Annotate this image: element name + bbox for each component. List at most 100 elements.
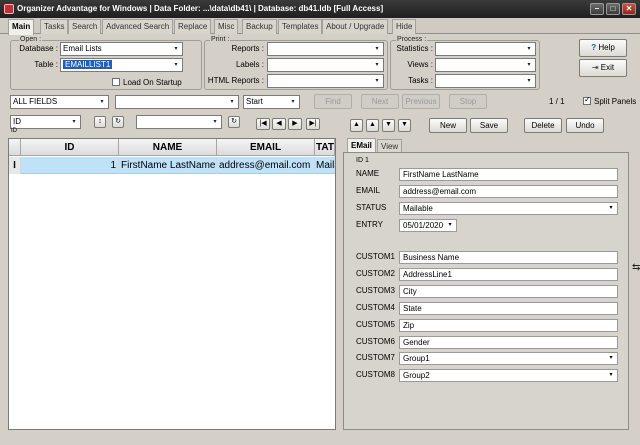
tab-tasks[interactable]: Tasks <box>40 19 69 34</box>
chevron-down-icon: ▾ <box>375 78 379 84</box>
find-button[interactable]: Find <box>314 94 352 109</box>
cell-name[interactable]: FirstName LastName <box>119 157 217 174</box>
row-header-corner <box>9 139 21 156</box>
cell-status[interactable]: Mailab <box>315 157 335 174</box>
split-panels-checkbox[interactable] <box>583 95 591 105</box>
save-button[interactable]: Save <box>470 118 508 133</box>
title-bar: Organizer Advantage for Windows | Data F… <box>0 0 640 18</box>
undo-button[interactable]: Undo <box>566 118 604 133</box>
tab-templates[interactable]: Templates <box>278 19 323 34</box>
tab-search[interactable]: Search <box>68 19 102 34</box>
chevron-down-icon: ▾ <box>609 372 613 378</box>
custom7-select[interactable]: Group1 ▾ <box>399 352 618 365</box>
tab-advanced-search[interactable]: Advanced Search <box>102 19 174 34</box>
custom1-field[interactable]: Business Name <box>399 251 618 264</box>
chevron-down-icon: ▾ <box>527 46 531 52</box>
previous-record-button[interactable]: ◀ <box>272 118 286 130</box>
column-header-email[interactable]: EMAIL <box>217 139 315 156</box>
chevron-down-icon: ▾ <box>100 99 104 105</box>
help-button[interactable]: ? Help <box>579 39 627 57</box>
split-panels-label: Split Panels <box>594 97 637 106</box>
tasks-select[interactable]: ▾ <box>435 74 536 88</box>
chevron-down-icon: ▾ <box>213 119 217 125</box>
records-grid[interactable]: ID NAME EMAIL TATU I 1 FirstName LastNam… <box>8 138 336 430</box>
move-up-button[interactable]: ▲ <box>366 119 379 132</box>
reports-label: Reports : <box>231 44 264 53</box>
chevron-down-icon: ▾ <box>375 46 379 52</box>
entry-label: ENTRY <box>356 220 383 229</box>
new-button[interactable]: New <box>429 118 467 133</box>
first-record-button[interactable]: |◀ <box>256 118 270 130</box>
move-top-button[interactable]: ▲ <box>350 119 363 132</box>
custom5-field[interactable]: Zip <box>399 319 618 332</box>
tab-hide[interactable]: Hide <box>392 19 417 34</box>
cell-id[interactable]: 1 <box>21 157 119 174</box>
refresh-icon[interactable]: ↻ <box>112 116 124 128</box>
delete-button[interactable]: Delete <box>524 118 562 133</box>
next-button[interactable]: Next <box>361 94 399 109</box>
tab-about-upgrade[interactable]: About / Upgrade <box>322 19 389 34</box>
chevron-down-icon: ▾ <box>230 99 234 105</box>
refresh-grid-icon[interactable]: ↻ <box>228 116 240 128</box>
custom4-label: CUSTOM4 <box>356 303 395 312</box>
search-input[interactable]: ▾ <box>115 95 239 109</box>
table-select[interactable]: EMAILLIST1 ▾ <box>60 58 183 72</box>
exit-icon: ⇥ <box>591 63 599 72</box>
minimize-button[interactable]: – <box>590 3 604 15</box>
custom8-select[interactable]: Group2 ▾ <box>399 369 618 382</box>
custom6-field[interactable]: Gender <box>399 336 618 349</box>
column-header-status[interactable]: TATU <box>315 139 335 156</box>
status-select[interactable]: Mailable ▾ <box>399 202 618 215</box>
custom6-label: CUSTOM6 <box>356 337 395 346</box>
sort-direction-button[interactable]: ↕ <box>94 116 106 128</box>
exit-button[interactable]: ⇥ Exit <box>579 59 627 77</box>
chevron-down-icon: ▾ <box>72 119 76 125</box>
chevron-down-icon: ▾ <box>174 62 178 68</box>
previous-button[interactable]: Previous <box>402 94 440 109</box>
status-label: STATUS <box>356 203 387 212</box>
search-mode-select[interactable]: Start ▾ <box>243 95 300 109</box>
email-field[interactable]: address@email.com <box>399 185 618 198</box>
record-detail-panel: ID 1 NAME FirstName LastName EMAIL addre… <box>343 152 629 430</box>
sort-field-select[interactable]: ID ▾ <box>10 115 81 129</box>
tab-replace[interactable]: Replace <box>174 19 212 34</box>
custom3-field[interactable]: City <box>399 285 618 298</box>
close-button[interactable]: ✕ <box>622 3 636 15</box>
email-label: EMAIL <box>356 186 381 195</box>
name-field[interactable]: FirstName LastName <box>399 168 618 181</box>
statistics-select[interactable]: ▾ <box>435 42 536 56</box>
tab-misc[interactable]: Misc <box>214 19 239 34</box>
move-down-button[interactable]: ▼ <box>382 119 395 132</box>
reports-select[interactable]: ▾ <box>267 42 384 56</box>
html-reports-select[interactable]: ▾ <box>267 74 384 88</box>
name-label: NAME <box>356 169 380 178</box>
column-header-name[interactable]: NAME <box>119 139 217 156</box>
labels-select[interactable]: ▾ <box>267 58 384 72</box>
last-record-button[interactable]: ▶| <box>306 118 320 130</box>
filter-select[interactable]: ▾ <box>136 115 222 129</box>
tab-main[interactable]: Main <box>8 19 35 35</box>
labels-label: Labels : <box>235 60 264 69</box>
move-bottom-button[interactable]: ▼ <box>398 119 411 132</box>
views-select[interactable]: ▾ <box>435 58 536 72</box>
cursor-icon: ⇆ <box>632 262 640 273</box>
custom2-field[interactable]: AddressLine1 <box>399 268 618 281</box>
maximize-button[interactable]: □ <box>606 3 620 15</box>
custom2-label: CUSTOM2 <box>356 269 395 278</box>
custom4-field[interactable]: State <box>399 302 618 315</box>
entry-date-picker[interactable]: 05/01/2020 ▾ <box>399 219 457 232</box>
database-select[interactable]: Email Lists ▾ <box>60 42 183 56</box>
cell-email[interactable]: address@email.com <box>217 157 315 174</box>
sort-field-sublabel: ID <box>11 128 17 134</box>
process-group-label: Process : <box>396 36 428 43</box>
stop-button[interactable]: Stop <box>449 94 487 109</box>
custom5-label: CUSTOM5 <box>356 320 395 329</box>
tab-backup[interactable]: Backup <box>242 19 277 34</box>
load-on-startup-checkbox[interactable] <box>112 78 120 86</box>
table-row[interactable]: I 1 FirstName LastName address@email.com… <box>9 157 335 174</box>
column-header-id[interactable]: ID <box>21 139 119 156</box>
chevron-down-icon: ▾ <box>375 62 379 68</box>
custom8-label: CUSTOM8 <box>356 370 395 379</box>
next-record-button[interactable]: ▶ <box>288 118 302 130</box>
search-field-select[interactable]: ALL FIELDS ▾ <box>10 95 109 109</box>
